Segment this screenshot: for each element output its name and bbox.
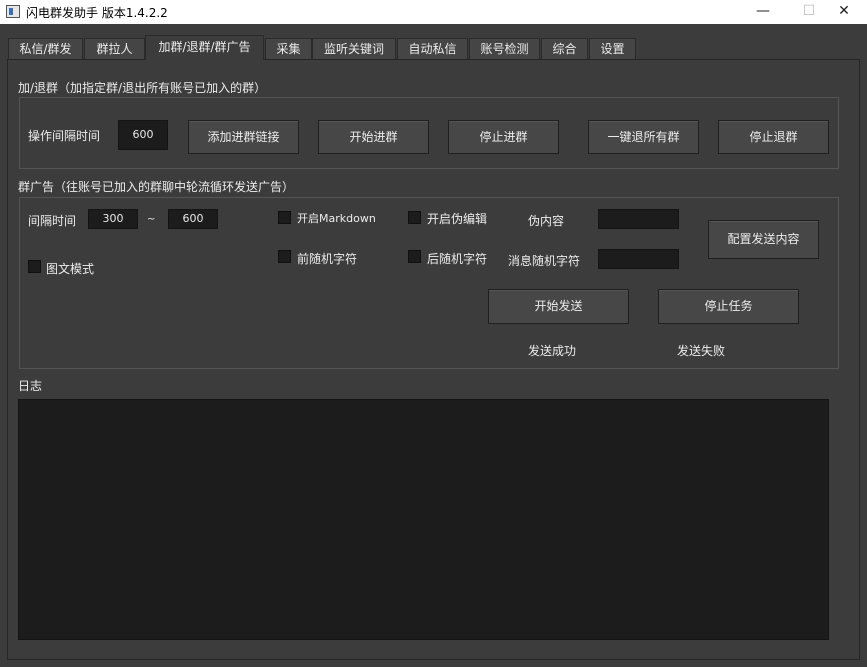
stop-task-button[interactable]: 停止任务 bbox=[658, 289, 799, 324]
configure-content-button[interactable]: 配置发送内容 bbox=[708, 220, 819, 259]
suffix-random-checkbox[interactable] bbox=[408, 250, 421, 263]
tab-keyword-monitor[interactable]: 监听关键词 bbox=[312, 38, 396, 59]
operation-interval-input[interactable]: 600 bbox=[118, 120, 168, 150]
tab-private-message[interactable]: 私信/群发 bbox=[8, 38, 83, 59]
tab-general[interactable]: 综合 bbox=[541, 38, 588, 59]
tab-collect[interactable]: 采集 bbox=[265, 38, 312, 59]
close-button[interactable]: ✕ bbox=[821, 0, 867, 24]
tab-group-invite[interactable]: 群拉人 bbox=[84, 38, 145, 59]
prefix-random-checkbox[interactable] bbox=[278, 250, 291, 263]
start-send-button[interactable]: 开始发送 bbox=[488, 289, 629, 324]
operation-interval-label: 操作间隔时间 bbox=[28, 129, 101, 143]
image-text-mode-checkbox[interactable] bbox=[28, 260, 41, 273]
ad-interval-min-input[interactable]: 300 bbox=[88, 209, 138, 229]
ad-interval-max-input[interactable]: 600 bbox=[168, 209, 218, 229]
app-icon bbox=[6, 5, 20, 18]
title-bar: 闪电群发助手 版本1.4.2.2 — ☐ ✕ bbox=[0, 0, 867, 24]
fake-edit-checkbox[interactable] bbox=[408, 211, 421, 224]
leave-all-groups-button[interactable]: 一键退所有群 bbox=[588, 120, 699, 154]
window-title: 闪电群发助手 版本1.4.2.2 bbox=[26, 6, 168, 20]
minimize-button[interactable]: — bbox=[740, 0, 786, 24]
send-success-label: 发送成功 bbox=[528, 344, 577, 358]
message-random-label: 消息随机字符 bbox=[508, 254, 581, 268]
fake-edit-label: 开启伪编辑 bbox=[427, 212, 488, 226]
tab-join-leave-ad[interactable]: 加群/退群/群广告 bbox=[145, 35, 264, 60]
log-title: 日志 bbox=[18, 379, 43, 393]
start-join-button[interactable]: 开始进群 bbox=[318, 120, 429, 154]
stop-join-button[interactable]: 停止进群 bbox=[448, 120, 559, 154]
image-text-mode-label: 图文模式 bbox=[46, 262, 95, 276]
suffix-random-label: 后随机字符 bbox=[427, 252, 488, 266]
stop-leave-button[interactable]: 停止退群 bbox=[718, 120, 829, 154]
interval-range-separator: ~ bbox=[147, 214, 156, 225]
tab-account-check[interactable]: 账号检测 bbox=[469, 38, 540, 59]
send-fail-label: 发送失败 bbox=[677, 344, 726, 358]
log-area[interactable] bbox=[18, 399, 829, 640]
join-group-title: 加/退群（加指定群/退出所有账号已加入的群） bbox=[18, 81, 267, 95]
prefix-random-label: 前随机字符 bbox=[297, 252, 358, 266]
tab-auto-private[interactable]: 自动私信 bbox=[397, 38, 468, 59]
group-ad-title: 群广告（往账号已加入的群聊中轮流循环发送广告） bbox=[18, 180, 295, 194]
message-random-input[interactable] bbox=[598, 249, 679, 269]
ad-interval-label: 间隔时间 bbox=[28, 214, 77, 228]
markdown-checkbox[interactable] bbox=[278, 211, 291, 224]
tab-settings[interactable]: 设置 bbox=[589, 38, 636, 59]
fake-content-label: 伪内容 bbox=[528, 214, 565, 228]
markdown-label: 开启Markdown bbox=[297, 212, 376, 225]
fake-content-input[interactable] bbox=[598, 209, 679, 229]
add-group-link-button[interactable]: 添加进群链接 bbox=[188, 120, 299, 154]
